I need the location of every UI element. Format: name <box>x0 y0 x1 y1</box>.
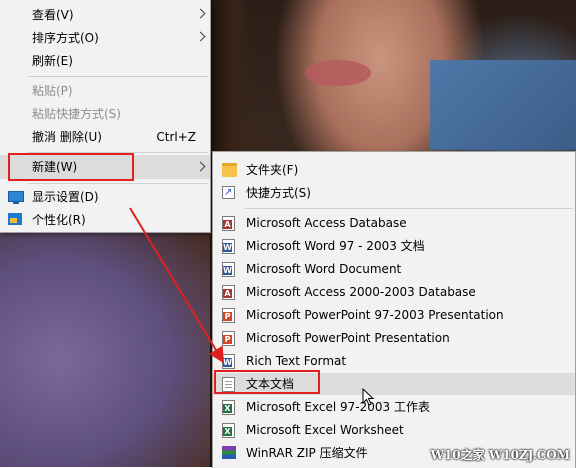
menu-item-label: 撤消 删除(U) <box>32 130 102 144</box>
highlight-box-new <box>8 153 134 181</box>
chevron-right-icon <box>195 161 206 172</box>
access-icon: A <box>222 285 235 300</box>
submenu-item-rich-text-format[interactable]: W Rich Text Format <box>213 350 575 372</box>
access-icon: A <box>222 216 235 231</box>
menu-item-paste: 粘贴(P) <box>0 80 210 102</box>
menu-item-label: 排序方式(O) <box>32 31 99 45</box>
powerpoint-badge: P <box>223 335 232 344</box>
excel-badge: X <box>223 404 232 413</box>
shortcut-text: Ctrl+Z <box>156 130 196 144</box>
menu-item-sort-by[interactable]: 排序方式(O) <box>0 27 210 49</box>
wallpaper-shirt <box>430 60 576 150</box>
menu-item-personalize[interactable]: 个性化(R) <box>0 209 210 231</box>
submenu-item-access-database[interactable]: A Microsoft Access Database <box>213 212 575 234</box>
submenu-item-excel-worksheet[interactable]: X Microsoft Excel Worksheet <box>213 419 575 441</box>
menu-item-label: 刷新(E) <box>32 54 73 68</box>
submenu-item-label: Microsoft Excel 97-2003 工作表 <box>246 400 430 414</box>
personalize-icon <box>8 213 22 225</box>
word-badge: W <box>223 266 232 275</box>
submenu-item-label: Microsoft Access Database <box>246 216 407 230</box>
excel-icon: X <box>222 400 235 415</box>
submenu-item-label: 文件夹(F) <box>246 163 299 177</box>
submenu-item-word-97-2003[interactable]: W Microsoft Word 97 - 2003 文档 <box>213 235 575 257</box>
folder-icon <box>222 163 237 177</box>
word-icon: W <box>222 239 235 254</box>
word-icon: W <box>222 262 235 277</box>
menu-item-paste-shortcut: 粘贴快捷方式(S) <box>0 103 210 125</box>
submenu-item-label: Microsoft Access 2000-2003 Database <box>246 285 476 299</box>
menu-item-display-settings[interactable]: 显示设置(D) <box>0 186 210 208</box>
excel-icon: X <box>222 423 235 438</box>
mouse-cursor-icon <box>362 388 375 406</box>
excel-badge: X <box>223 427 232 436</box>
powerpoint-icon: P <box>222 331 235 346</box>
powerpoint-badge: P <box>223 312 232 321</box>
submenu-item-excel-97-2003[interactable]: X Microsoft Excel 97-2003 工作表 <box>213 396 575 418</box>
submenu-item-word-document[interactable]: W Microsoft Word Document <box>213 258 575 280</box>
rtf-icon: W <box>222 354 235 369</box>
access-badge: A <box>223 220 232 229</box>
menu-item-label: 粘贴快捷方式(S) <box>32 107 121 121</box>
menu-separator <box>245 208 573 209</box>
menu-separator <box>28 76 208 77</box>
menu-item-view[interactable]: 查看(V) <box>0 4 210 26</box>
chevron-right-icon <box>195 31 206 42</box>
desktop-context-menu: 查看(V) 排序方式(O) 刷新(E) 粘贴(P) 粘贴快捷方式(S) 撤消 删… <box>0 0 211 233</box>
watermark: W10之家 W10ZJ.COM <box>430 448 570 462</box>
access-badge: A <box>223 289 232 298</box>
submenu-item-label: Microsoft PowerPoint Presentation <box>246 331 450 345</box>
submenu-item-powerpoint-97-2003[interactable]: P Microsoft PowerPoint 97-2003 Presentat… <box>213 304 575 326</box>
powerpoint-icon: P <box>222 308 235 323</box>
highlight-box-text-document <box>214 370 320 394</box>
submenu-item-label: Microsoft PowerPoint 97-2003 Presentatio… <box>246 308 504 322</box>
submenu-item-label: Microsoft Word 97 - 2003 文档 <box>246 239 425 253</box>
shortcut-icon <box>222 182 235 204</box>
wallpaper-face <box>305 60 371 86</box>
submenu-item-label: Rich Text Format <box>246 354 347 368</box>
submenu-item-label: WinRAR ZIP 压缩文件 <box>246 446 368 460</box>
submenu-item-folder[interactable]: 文件夹(F) <box>213 159 575 181</box>
menu-item-label: 显示设置(D) <box>32 190 99 204</box>
menu-item-label: 粘贴(P) <box>32 84 73 98</box>
menu-separator <box>28 183 208 184</box>
menu-item-label: 查看(V) <box>32 8 74 22</box>
winrar-icon <box>222 446 236 459</box>
menu-item-label: 个性化(R) <box>32 213 86 227</box>
submenu-item-access-2000-2003[interactable]: A Microsoft Access 2000-2003 Database <box>213 281 575 303</box>
rtf-badge: W <box>223 358 232 367</box>
menu-item-refresh[interactable]: 刷新(E) <box>0 50 210 72</box>
submenu-item-label: 快捷方式(S) <box>246 186 311 200</box>
display-icon <box>8 191 24 204</box>
word-badge: W <box>223 243 232 252</box>
new-submenu: 文件夹(F) 快捷方式(S) A Microsoft Access Databa… <box>212 151 576 468</box>
submenu-item-powerpoint-presentation[interactable]: P Microsoft PowerPoint Presentation <box>213 327 575 349</box>
chevron-right-icon <box>195 8 206 19</box>
submenu-item-label: Microsoft Excel Worksheet <box>246 423 404 437</box>
menu-item-undo-delete[interactable]: 撤消 删除(U) Ctrl+Z <box>0 126 210 148</box>
submenu-item-shortcut[interactable]: 快捷方式(S) <box>213 182 575 204</box>
submenu-item-label: Microsoft Word Document <box>246 262 402 276</box>
